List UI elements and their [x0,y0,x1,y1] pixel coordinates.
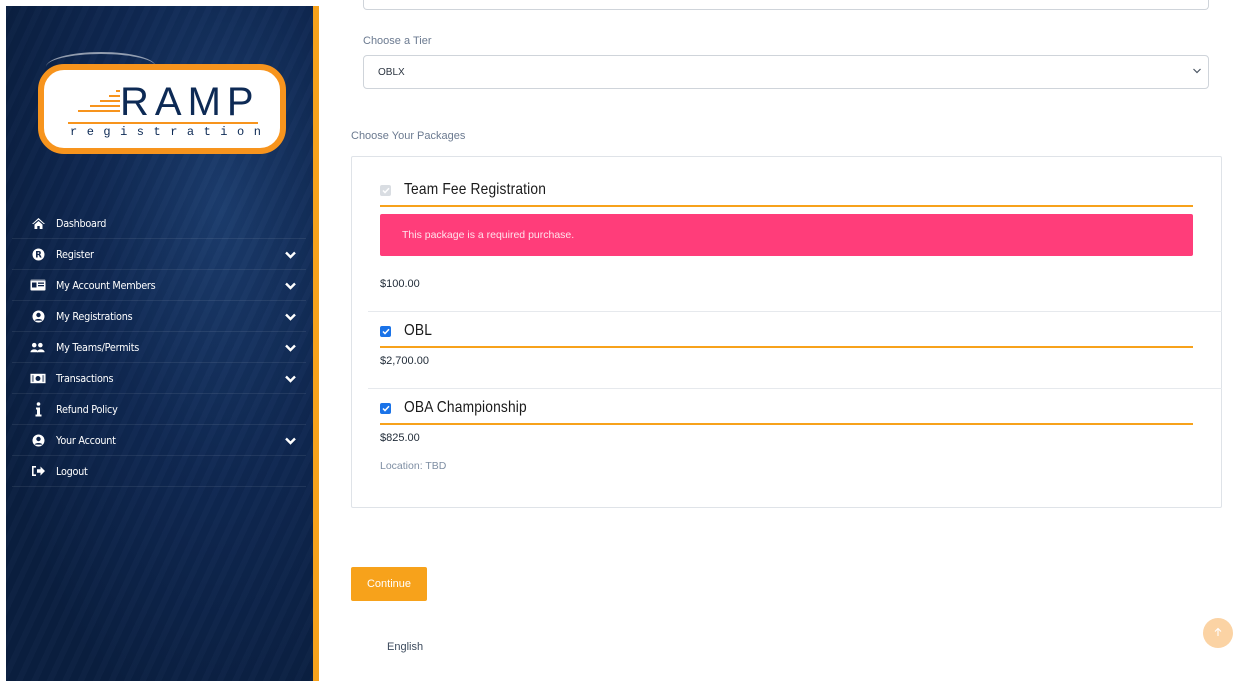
package-separator [368,311,1222,312]
logo-subtitle: registration [70,125,271,139]
sidebar-item-label: Register [56,247,94,261]
package-divider [380,423,1193,425]
continue-button[interactable]: Continue [351,567,427,601]
id-card-icon [30,279,46,291]
package-divider [380,205,1193,207]
sidebar-item-dashboard[interactable]: Dashboard [12,208,306,239]
sidebar-item-teams-permits[interactable]: My Teams/Permits [12,332,306,363]
sidebar-item-transactions[interactable]: Transactions [12,363,306,394]
info-icon [30,401,46,417]
sidebar-item-your-account[interactable]: Your Account [12,425,306,456]
previous-field[interactable] [363,0,1209,10]
obl-checkbox[interactable] [380,325,391,337]
svg-text:R: R [35,250,42,260]
sidebar-item-my-registrations[interactable]: My Registrations [12,301,306,332]
sidebar-accent-border [313,6,319,681]
users-icon [30,342,46,353]
tier-select[interactable]: OBLX [363,55,1209,89]
package-team-fee-header: Team Fee Registration [380,181,569,199]
chevron-down-icon[interactable] [285,249,296,262]
scroll-to-top-button[interactable] [1203,618,1233,648]
sidebar-item-account-members[interactable]: My Account Members [12,270,306,301]
ramp-logo[interactable]: RAMP registration [38,52,286,154]
sidebar-item-label: Dashboard [56,216,107,230]
sidebar-item-label: My Registrations [56,309,133,323]
chevron-down-icon[interactable] [285,342,296,355]
package-divider [380,346,1193,348]
package-title: OBA Championship [404,399,527,416]
sidebar-item-label: Your Account [56,433,116,447]
package-separator [368,388,1222,389]
sidebar: RAMP registration Dashboard R Register M… [6,6,313,681]
logo-wordmark: RAMP [120,80,260,124]
arrow-up-icon [1214,624,1222,642]
sidebar-item-refund-policy[interactable]: Refund Policy [12,394,306,425]
tier-label: Choose a Tier [363,35,432,47]
sidebar-item-label: Refund Policy [56,402,118,416]
sidebar-menu: Dashboard R Register My Account Members [12,208,306,487]
sidebar-item-label: Transactions [56,371,114,385]
home-icon [30,217,46,230]
tier-selected-value: OBLX [378,66,405,78]
package-price: $825.00 [380,432,420,444]
oba-championship-checkbox[interactable] [380,402,391,414]
logo-badge: RAMP registration [38,64,286,154]
registered-icon: R [30,248,46,261]
sidebar-item-label: My Account Members [56,278,156,292]
team-fee-checkbox[interactable] [380,184,391,196]
packages-panel: Team Fee Registration This package is a … [351,156,1222,508]
package-obl-header: OBL [380,322,437,340]
required-purchase-alert: This package is a required purchase. [380,214,1193,256]
chevron-down-icon[interactable] [285,373,296,386]
user-circle-icon [30,310,46,323]
sidebar-item-register[interactable]: R Register [12,239,306,270]
chevron-down-icon[interactable] [285,311,296,324]
chevron-down-icon[interactable] [285,435,296,448]
logo-rule [68,122,258,124]
package-title: OBL [404,322,433,339]
package-location: Location: TBD [380,460,447,472]
sidebar-item-label: My Teams/Permits [56,340,140,354]
package-title: Team Fee Registration [404,181,547,198]
money-icon [30,373,46,384]
logout-icon [30,465,46,477]
package-price: $100.00 [380,278,420,290]
language-selector[interactable]: English [387,641,423,653]
user-circle-icon [30,434,46,447]
packages-label: Choose Your Packages [351,130,466,142]
logo-stripes [78,88,120,114]
package-price: $2,700.00 [380,355,429,367]
sidebar-item-label: Logout [56,464,88,478]
chevron-down-icon[interactable] [285,280,296,293]
sidebar-item-logout[interactable]: Logout [12,456,306,487]
chevron-down-icon [1192,67,1202,78]
package-oba-championship-header: OBA Championship [380,399,547,417]
